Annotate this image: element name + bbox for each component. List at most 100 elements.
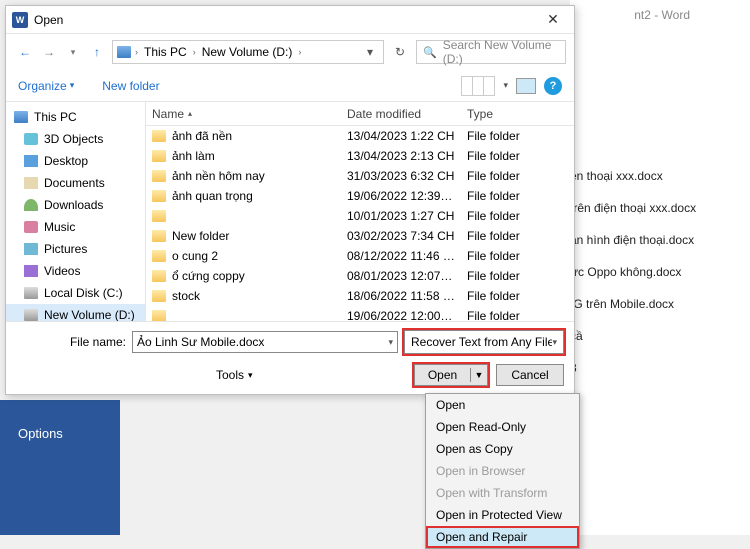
icon-music [24,221,38,233]
chevron-right-icon: › [191,47,198,57]
menu-item[interactable]: Open and Repair [426,526,579,548]
preview-pane-button[interactable] [516,78,536,94]
recent-dropdown-icon[interactable]: ▾ [62,41,84,63]
sidebar-item[interactable]: Documents [6,172,145,194]
file-name: o cung 2 [172,249,218,263]
word-app-icon: W [12,12,28,28]
file-date: 31/03/2023 6:32 CH [341,169,461,183]
file-row[interactable]: o cung 208/12/2022 11:46 SAFile folder [146,246,574,266]
newfolder-button[interactable]: New folder [102,79,159,93]
open-button[interactable]: Open [415,368,471,382]
file-icon [152,170,166,182]
file-type: File folder [461,209,574,223]
cancel-button[interactable]: Cancel [496,364,564,386]
forward-button[interactable]: → [38,41,60,63]
file-type: File folder [461,289,574,303]
menu-item[interactable]: Open in Protected View [426,504,579,526]
menu-item[interactable]: Open [426,394,579,416]
refresh-button[interactable]: ↻ [388,40,412,64]
icon-desktop [24,155,38,167]
dialog-title: Open [34,13,63,27]
icon-pictures [24,243,38,255]
icon-videos [24,265,38,277]
filename-label: File name: [16,335,126,349]
icon-disk [24,309,38,321]
sidebar-item-label: Music [44,220,75,234]
column-header[interactable]: Name▴ Date modified Type [146,102,574,126]
file-type-filter[interactable]: Recover Text from Any File (*.*) ▾ [404,330,564,354]
icon-disk [24,287,38,299]
file-date: 08/01/2023 12:07 SA [341,269,461,283]
file-date: 13/04/2023 1:22 CH [341,129,461,143]
menu-item[interactable]: Open Read-Only [426,416,579,438]
close-button[interactable]: ✕ [538,11,568,28]
file-name: ảnh đã nền [172,129,232,143]
file-icon [152,230,166,242]
file-date: 10/01/2023 1:27 CH [341,209,461,223]
bg-file-item: 3 [570,352,730,384]
bg-file-item: trên điện thoại xxx.docx [570,192,730,224]
file-date: 19/06/2022 12:39 SA [341,189,461,203]
file-name: New folder [172,229,229,243]
sidebar-item[interactable]: Downloads [6,194,145,216]
file-name: ảnh nền hôm nay [172,169,265,183]
sidebar-item[interactable]: Videos [6,260,145,282]
tools-button[interactable]: Tools ▾ [216,368,253,382]
filename-input[interactable]: Ảo Linh Sư Mobile.docx ▾ [132,331,398,353]
view-mode-button[interactable] [461,76,495,96]
sidebar-item-label: Local Disk (C:) [44,286,123,300]
sidebar-item[interactable]: This PC [6,106,145,128]
menu-item: Open with Transform [426,482,579,504]
path-seg-thispc[interactable]: This PC [142,45,189,59]
sidebar-item[interactable]: Music [6,216,145,238]
file-row[interactable]: ảnh đã nền 13/04/2023 1:22 CHFile folder [146,126,574,146]
organize-button[interactable]: Organize▾ [18,79,74,93]
path-dropdown[interactable]: ▾ [361,45,379,59]
pc-icon [117,46,131,58]
file-type: File folder [461,129,574,143]
file-type: File folder [461,149,574,163]
open-dialog: W Open ✕ ← → ▾ ↑ › This PC › New Volume … [5,5,575,395]
breadcrumb[interactable]: › This PC › New Volume (D:) › ▾ [112,40,384,64]
bg-file-item: ền thoại xxx.docx [570,160,730,192]
back-button[interactable]: ← [14,41,36,63]
help-button[interactable]: ? [544,77,562,95]
chevron-down-icon[interactable]: ▾ [388,337,393,348]
file-row[interactable]: New folder03/02/2023 7:34 CHFile folder [146,226,574,246]
chevron-right-icon: › [133,47,140,57]
sidebar: This PC3D Objects Desktop Documents Downloa… [6,102,146,321]
file-name: ảnh làm [172,149,215,163]
sidebar-item[interactable]: Local Disk (C:) [6,282,145,304]
file-row[interactable]: ảnh nền hôm nay31/03/2023 6:32 CHFile fo… [146,166,574,186]
file-icon [152,290,166,302]
sidebar-item-label: Desktop [44,154,88,168]
icon-3d [24,133,38,145]
file-date: 18/06/2022 11:58 CH [341,289,461,303]
file-date: 03/02/2023 7:34 CH [341,229,461,243]
chevron-right-icon: › [296,47,303,57]
sidebar-item[interactable]: New Volume (D:) [6,304,145,321]
sidebar-item-label: Documents [44,176,105,190]
file-row[interactable]: 10/01/2023 1:27 CHFile folder [146,206,574,226]
file-icon [152,190,166,202]
sidebar-item[interactable]: Pictures [6,238,145,260]
file-icon [152,250,166,262]
sort-caret-icon: ▴ [188,109,192,118]
file-icon [152,310,166,321]
menu-item[interactable]: Open as Copy [426,438,579,460]
view-dropdown-icon[interactable]: ▾ [503,80,508,91]
up-button[interactable]: ↑ [86,41,108,63]
file-row[interactable]: stock18/06/2022 11:58 CHFile folder [146,286,574,306]
file-row[interactable]: ảnh quan trọng19/06/2022 12:39 SAFile fo… [146,186,574,206]
sidebar-item[interactable]: 3D Objects [6,128,145,150]
file-icon [152,210,166,222]
file-row[interactable]: ổ cứng coppy08/01/2023 12:07 SAFile fold… [146,266,574,286]
options-panel[interactable]: Options [0,400,120,535]
search-input[interactable]: 🔍 Search New Volume (D:) [416,40,566,64]
open-split-button[interactable]: Open ▼ [414,364,488,386]
open-dropdown-caret[interactable]: ▼ [471,370,487,380]
sidebar-item[interactable]: Desktop [6,150,145,172]
path-seg-drive[interactable]: New Volume (D:) [200,45,295,59]
file-row[interactable]: ảnh làm13/04/2023 2:13 CHFile folder [146,146,574,166]
file-row[interactable]: 19/06/2022 12:00 SAFile folder [146,306,574,321]
